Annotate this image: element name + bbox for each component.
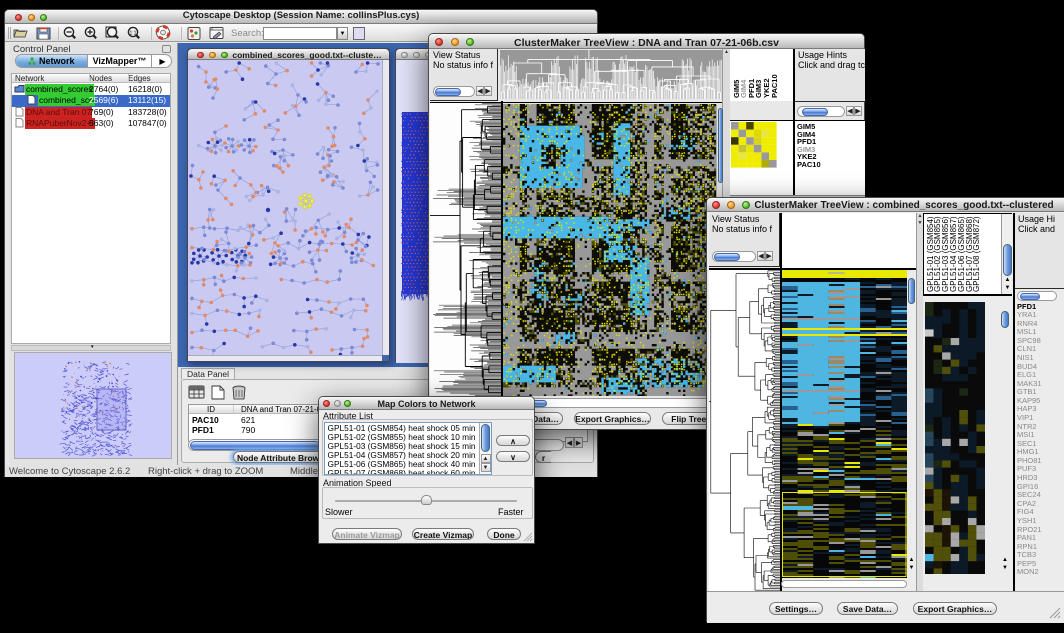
svg-text:1:1: 1:1 (130, 31, 137, 37)
